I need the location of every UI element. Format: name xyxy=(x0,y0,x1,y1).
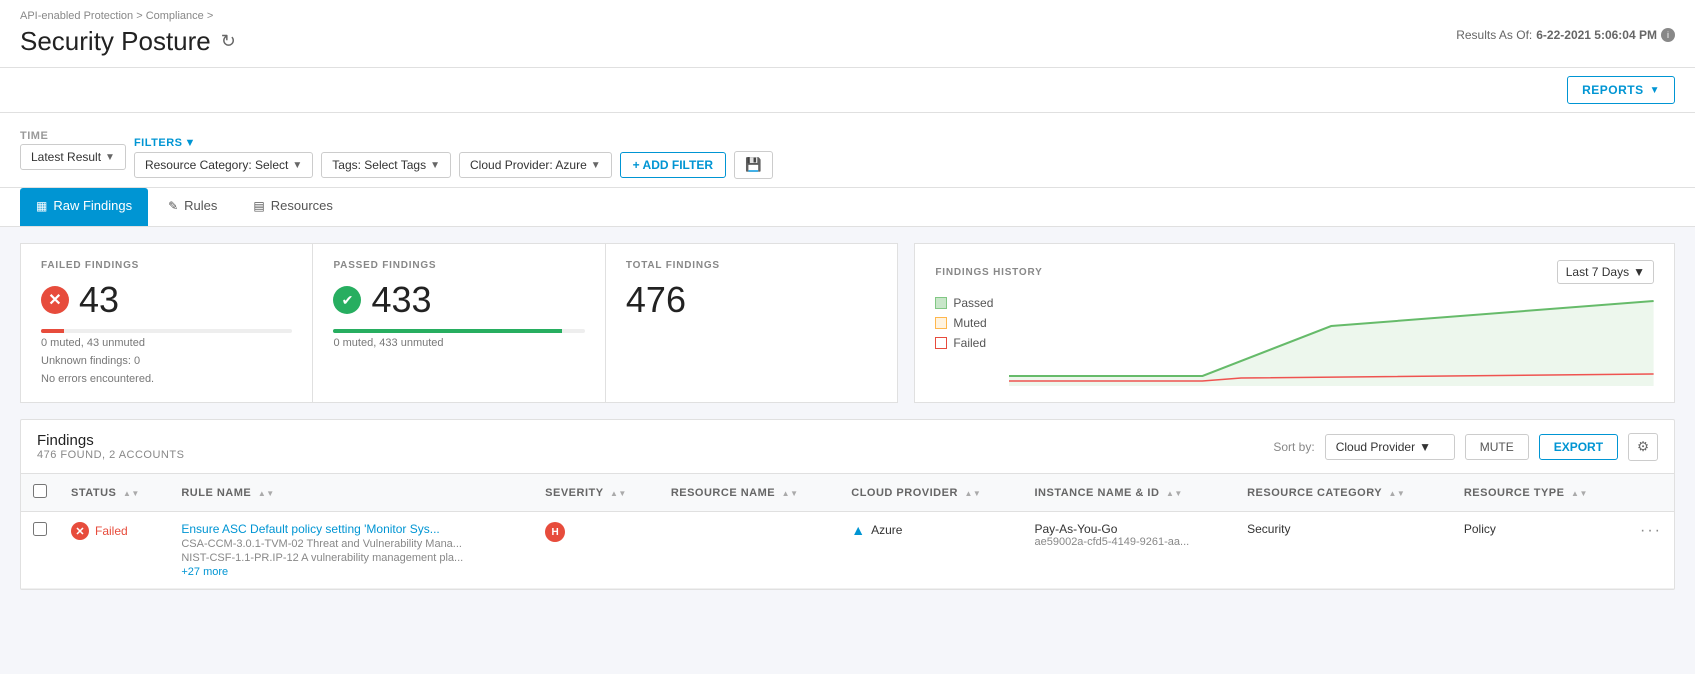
chart-legend: Passed Muted Failed xyxy=(935,296,993,378)
add-filter-button[interactable]: + ADD FILTER xyxy=(620,152,726,178)
cloud-provider-select[interactable]: Cloud Provider: Azure ▼ xyxy=(459,152,612,178)
toolbar: REPORTS ▼ xyxy=(0,68,1695,113)
sort-arrows-instance[interactable]: ▲▼ xyxy=(1166,490,1183,498)
row-checkbox[interactable] xyxy=(33,522,47,536)
col-cloud-provider: CLOUD PROVIDER ▲▼ xyxy=(839,474,1022,512)
findings-chart xyxy=(1009,296,1654,386)
save-filter-button[interactable]: 💾 xyxy=(734,151,773,179)
chevron-down-icon: ▼ xyxy=(1419,440,1431,454)
results-as-of: Results As Of: 6-22-2021 5:06:04 PM i xyxy=(1456,28,1675,42)
sort-arrows-severity[interactable]: ▲▼ xyxy=(610,490,627,498)
failed-swatch xyxy=(935,337,947,349)
breadcrumb: API-enabled Protection > Compliance > xyxy=(20,10,1675,22)
col-rule-name: RULE NAME ▲▼ xyxy=(169,474,533,512)
findings-table: STATUS ▲▼ RULE NAME ▲▼ SEVERITY ▲▼ RES xyxy=(21,474,1674,589)
resource-name-cell xyxy=(659,512,839,589)
col-resource-type: RESOURCE TYPE ▲▼ xyxy=(1452,474,1628,512)
col-status: STATUS ▲▼ xyxy=(59,474,169,512)
chevron-down-icon: ▼ xyxy=(591,160,601,171)
history-period-select[interactable]: Last 7 Days ▼ xyxy=(1557,260,1654,284)
tab-rules[interactable]: ✎ Rules xyxy=(152,188,233,226)
passed-findings-card: PASSED FINDINGS ✔ 433 0 muted, 433 unmut… xyxy=(313,243,605,403)
resources-icon: ▤ xyxy=(253,199,264,213)
sort-arrows-type[interactable]: ▲▼ xyxy=(1571,490,1588,498)
findings-title: Findings xyxy=(37,432,184,449)
instance-name-cell: Pay-As-You-Go xyxy=(1034,522,1223,536)
findings-section: Findings 476 FOUND, 2 ACCOUNTS Sort by: … xyxy=(20,419,1675,590)
severity-icon: H xyxy=(545,522,565,542)
muted-swatch xyxy=(935,317,947,329)
azure-icon: ▲ xyxy=(851,522,865,538)
chart-svg xyxy=(1009,296,1654,386)
pass-icon: ✔ xyxy=(333,286,361,314)
col-instance-name: INSTANCE NAME & ID ▲▼ xyxy=(1022,474,1235,512)
sort-arrows-resource[interactable]: ▲▼ xyxy=(782,490,799,498)
info-icon[interactable]: i xyxy=(1661,28,1675,42)
sort-arrows-status[interactable]: ▲▼ xyxy=(123,490,140,498)
more-rules-link[interactable]: +27 more xyxy=(181,566,521,578)
rule-name-cell[interactable]: Ensure ASC Default policy setting 'Monit… xyxy=(181,522,521,536)
findings-history-card: FINDINGS HISTORY Last 7 Days ▼ Passed xyxy=(914,243,1675,403)
sort-dropdown[interactable]: Cloud Provider ▼ xyxy=(1325,434,1455,460)
tabs-bar: ▦ Raw Findings ✎ Rules ▤ Resources xyxy=(0,188,1695,227)
settings-icon: ⚙ xyxy=(1637,439,1649,454)
rules-icon: ✎ xyxy=(168,199,178,213)
sort-arrows-rule[interactable]: ▲▼ xyxy=(258,490,275,498)
page-title: Security Posture ↻ xyxy=(20,26,1675,67)
sort-arrows-category[interactable]: ▲▼ xyxy=(1388,490,1405,498)
status-fail-icon: ✕ xyxy=(71,522,89,540)
col-resource-name: RESOURCE NAME ▲▼ xyxy=(659,474,839,512)
fail-icon: ✕ xyxy=(41,286,69,314)
save-icon: 💾 xyxy=(745,157,762,172)
time-label: TIME xyxy=(20,130,126,142)
chevron-down-icon: ▼ xyxy=(292,160,302,171)
chevron-down-icon: ▼ xyxy=(1633,265,1645,279)
tab-resources[interactable]: ▤ Resources xyxy=(237,188,348,226)
col-resource-category: RESOURCE CATEGORY ▲▼ xyxy=(1235,474,1452,512)
findings-count: 476 FOUND, 2 ACCOUNTS xyxy=(37,449,184,461)
resource-category-cell: Security xyxy=(1235,512,1452,589)
resource-type-cell: Policy xyxy=(1452,512,1628,589)
table-row: ✕ Failed Ensure ASC Default policy setti… xyxy=(21,512,1674,589)
chevron-down-icon: ▼ xyxy=(1650,85,1660,96)
tags-select[interactable]: Tags: Select Tags ▼ xyxy=(321,152,451,178)
settings-button[interactable]: ⚙ xyxy=(1628,433,1658,461)
total-findings-card: TOTAL FINDINGS 476 xyxy=(606,243,898,403)
cloud-provider-cell: ▲ Azure xyxy=(851,522,1010,538)
sort-by-label: Sort by: xyxy=(1273,440,1314,454)
refresh-icon[interactable]: ↻ xyxy=(221,31,236,52)
row-more-button[interactable]: ··· xyxy=(1640,522,1662,539)
failed-findings-card: FAILED FINDINGS ✕ 43 0 muted, 43 unmuted… xyxy=(20,243,313,403)
col-severity: SEVERITY ▲▼ xyxy=(533,474,659,512)
filter-bar: TIME Latest Result ▼ FILTERS ▼ Resource … xyxy=(0,113,1695,188)
tab-raw-findings[interactable]: ▦ Raw Findings xyxy=(20,188,148,226)
mute-button[interactable]: MUTE xyxy=(1465,434,1529,460)
export-button[interactable]: EXPORT xyxy=(1539,434,1618,460)
reports-button[interactable]: REPORTS ▼ xyxy=(1567,76,1675,104)
status-cell: ✕ Failed xyxy=(71,522,157,540)
passed-swatch xyxy=(935,297,947,309)
resource-category-select[interactable]: Resource Category: Select ▼ xyxy=(134,152,313,178)
select-all-checkbox[interactable] xyxy=(33,484,47,498)
chevron-down-icon: ▼ xyxy=(105,152,115,163)
chevron-down-icon: ▼ xyxy=(184,137,195,149)
filters-label[interactable]: FILTERS ▼ xyxy=(134,137,773,149)
chevron-down-icon: ▼ xyxy=(430,160,440,171)
sort-arrows-cloud[interactable]: ▲▼ xyxy=(964,490,981,498)
grid-icon: ▦ xyxy=(36,199,47,213)
latest-result-select[interactable]: Latest Result ▼ xyxy=(20,144,126,170)
instance-id-cell: ae59002a-cfd5-4149-9261-aa... xyxy=(1034,536,1223,548)
